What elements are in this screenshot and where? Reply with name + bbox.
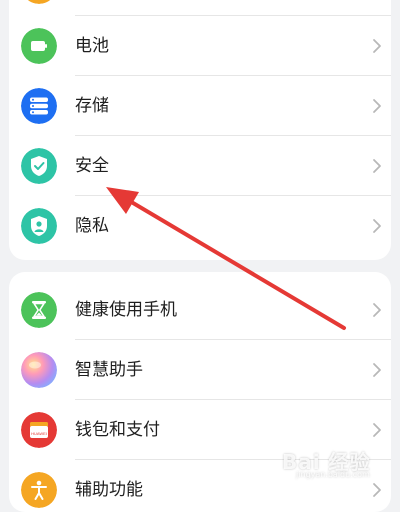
wallet-label: 钱包和支付	[75, 420, 160, 440]
chevron-right-icon	[373, 159, 381, 173]
assistant-label: 智慧助手	[75, 360, 143, 380]
hourglass-icon	[21, 292, 57, 328]
digital-balance-label: 健康使用手机	[75, 300, 177, 320]
chevron-right-icon	[373, 363, 381, 377]
chevron-right-icon	[373, 219, 381, 233]
chevron-right-icon	[373, 99, 381, 113]
chevron-right-icon	[373, 303, 381, 317]
chevron-right-icon	[373, 423, 381, 437]
storage-label: 存储	[75, 96, 109, 116]
partial-orange-icon	[21, 0, 57, 4]
settings-group-1: 电池 存储 安全 隐私	[9, 0, 391, 260]
battery-icon	[21, 28, 57, 64]
wallet-icon: HUAWEI	[21, 412, 57, 448]
settings-item-partial[interactable]	[9, 0, 391, 16]
accessibility-icon	[21, 472, 57, 508]
security-label: 安全	[75, 156, 109, 176]
privacy-shield-icon	[21, 208, 57, 244]
privacy-label: 隐私	[75, 216, 109, 236]
chevron-right-icon	[373, 483, 381, 497]
settings-item-assistant[interactable]: 智慧助手	[9, 340, 391, 400]
storage-icon	[21, 88, 57, 124]
watermark-url: jingyan.baidu.com	[296, 470, 370, 479]
settings-item-battery[interactable]: 电池	[9, 16, 391, 76]
accessibility-label: 辅助功能	[75, 480, 143, 500]
battery-label: 电池	[75, 36, 109, 56]
wallet-icon-text: HUAWEI	[31, 431, 47, 436]
settings-item-security[interactable]: 安全	[9, 136, 391, 196]
shield-check-icon	[21, 148, 57, 184]
assistant-orb-icon	[21, 352, 57, 388]
settings-item-digital-balance[interactable]: 健康使用手机	[9, 280, 391, 340]
chevron-right-icon	[373, 39, 381, 53]
settings-item-storage[interactable]: 存储	[9, 76, 391, 136]
settings-item-privacy[interactable]: 隐私	[9, 196, 391, 256]
